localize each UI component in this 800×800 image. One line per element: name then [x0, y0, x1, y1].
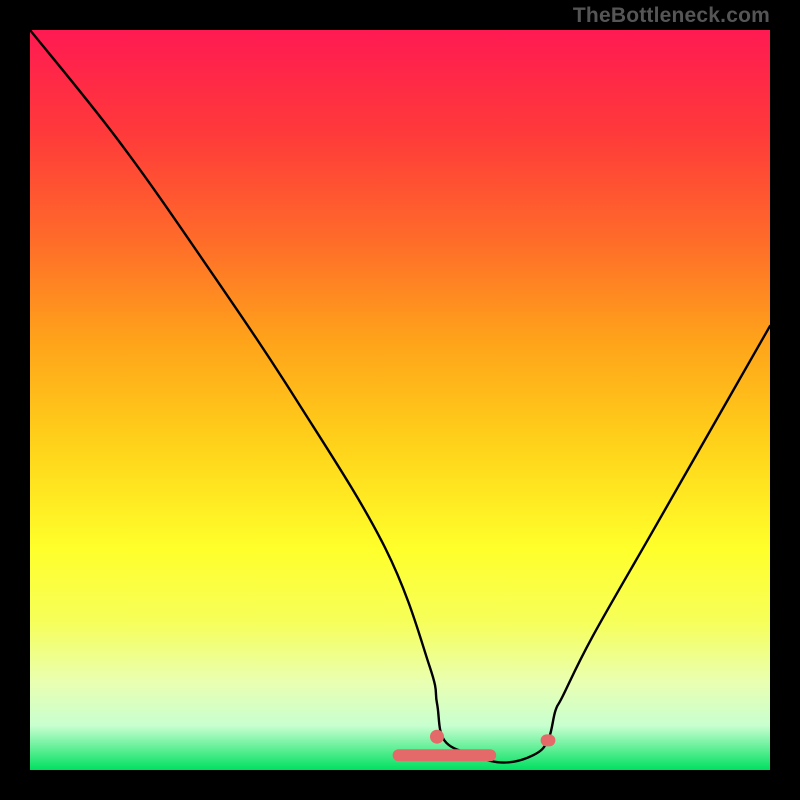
plot-gradient-background: [30, 30, 770, 770]
watermark-label: TheBottleneck.com: [573, 4, 770, 28]
chart-stage: TheBottleneck.com: [0, 0, 800, 800]
